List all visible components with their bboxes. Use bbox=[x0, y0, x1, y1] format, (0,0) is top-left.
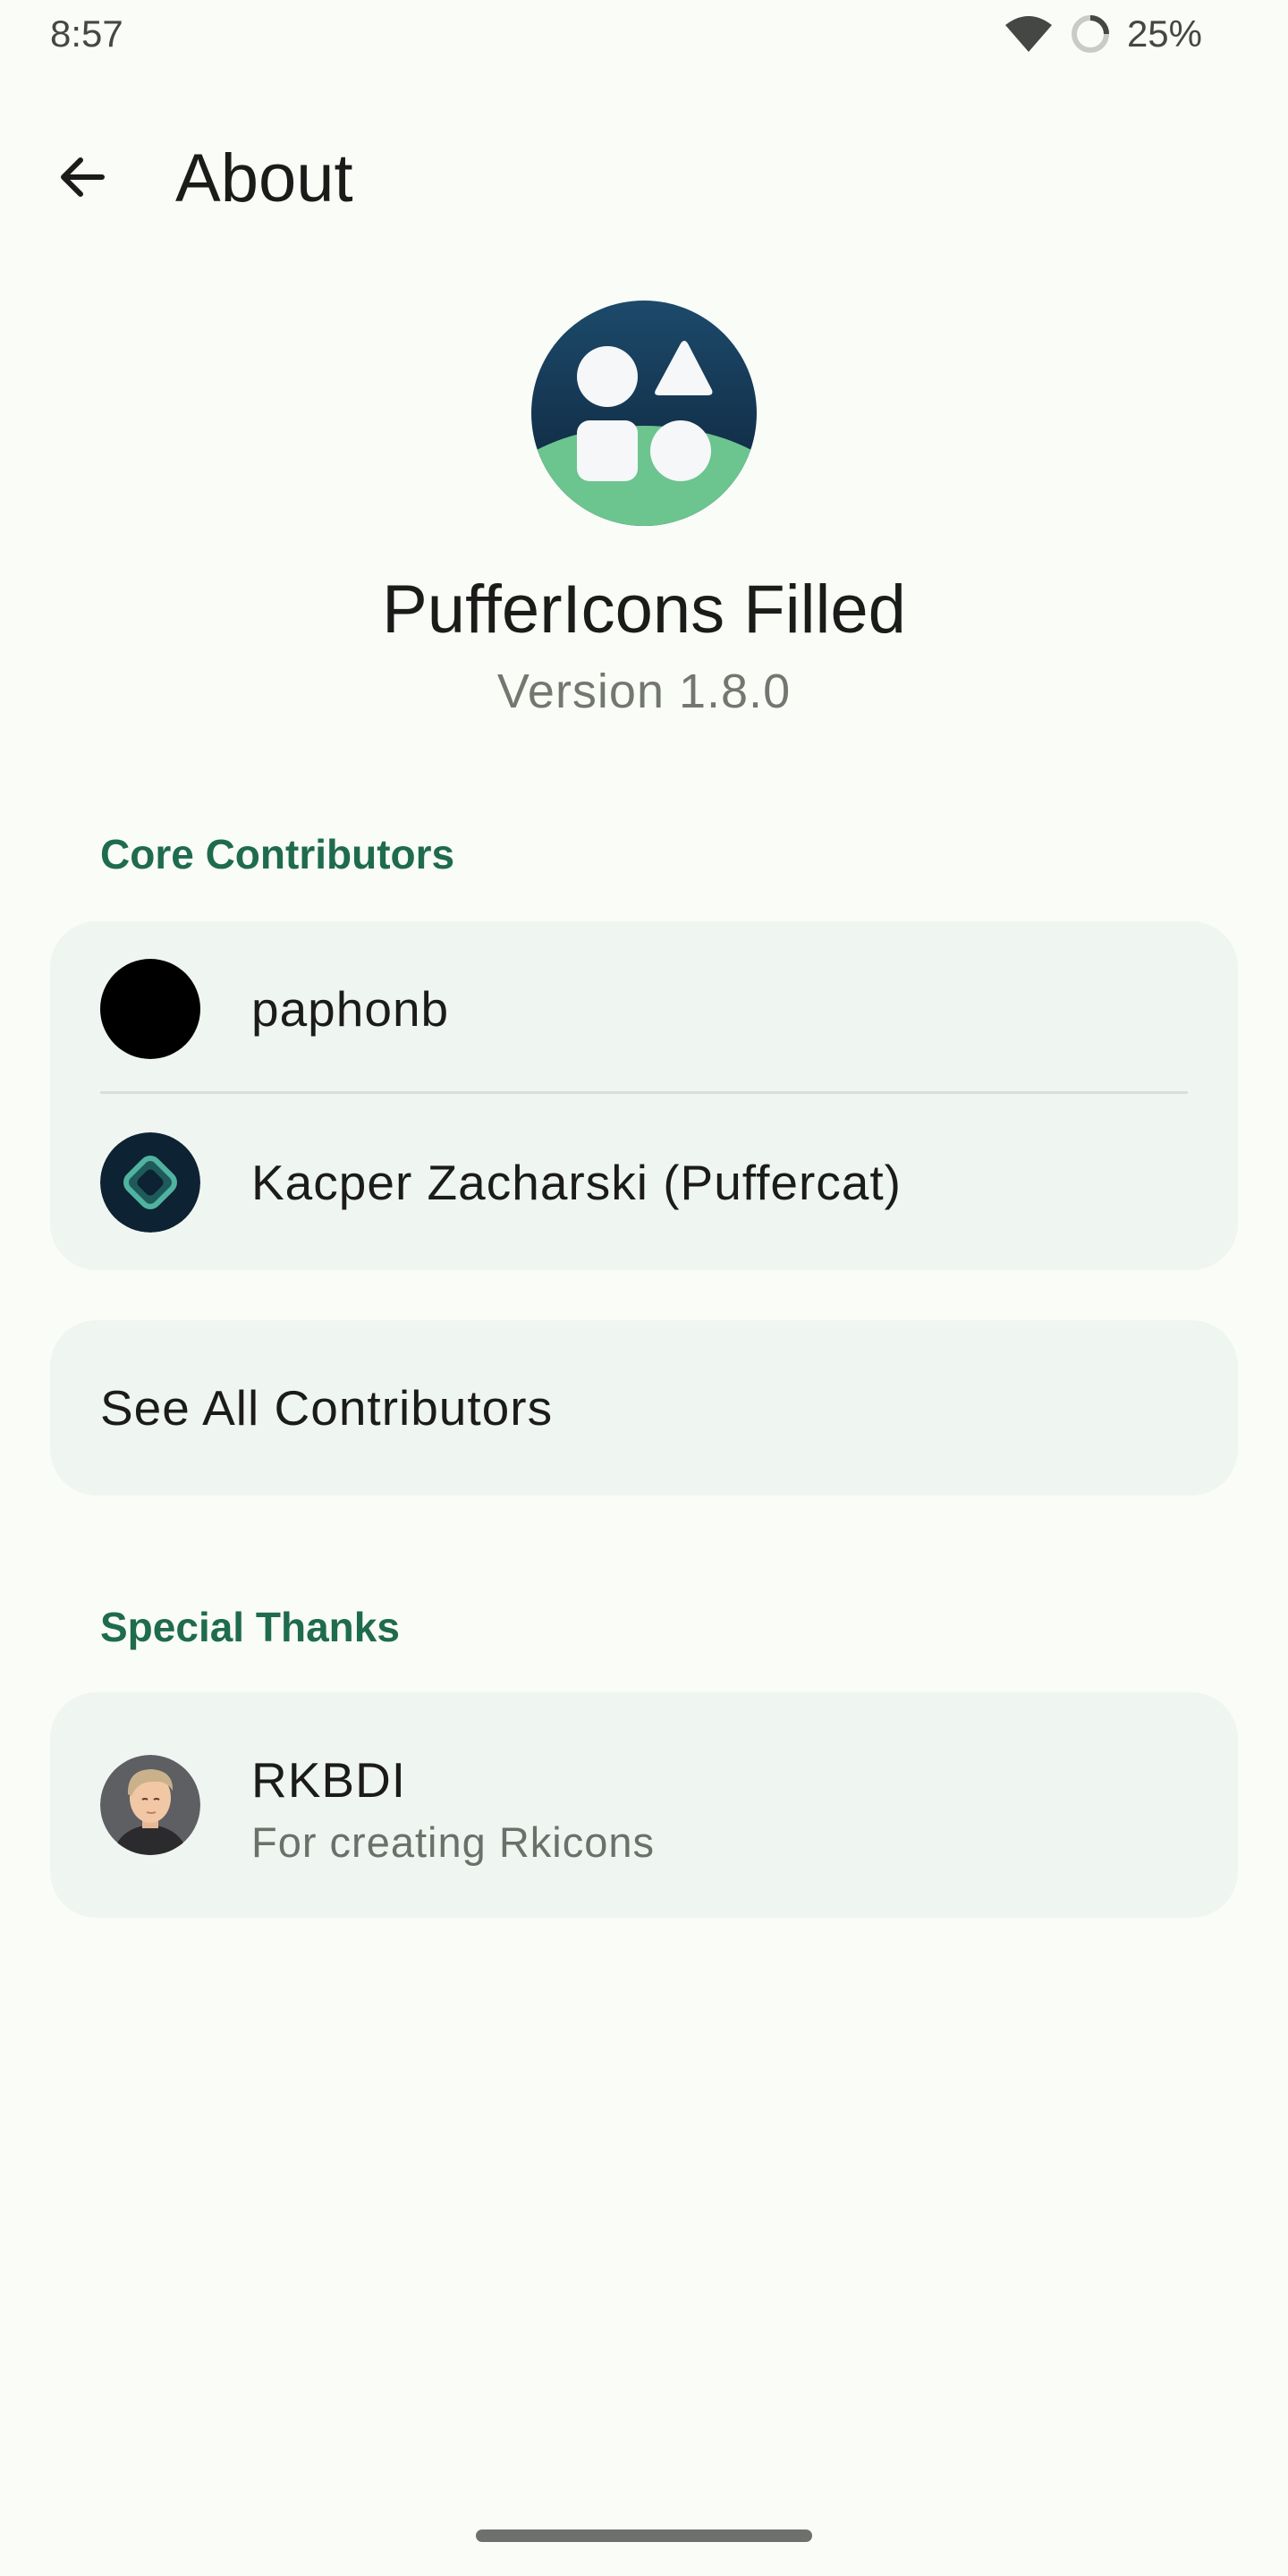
contributor-name: Kacper Zacharski (Puffercat) bbox=[251, 1155, 902, 1210]
home-indicator[interactable] bbox=[476, 2529, 812, 2542]
page-title: About bbox=[175, 140, 353, 216]
diamond-logo-avatar bbox=[100, 1132, 200, 1233]
thanks-name: RKBDI bbox=[251, 1752, 407, 1808]
app-version: Version 1.8.0 bbox=[496, 665, 792, 718]
divider bbox=[100, 1091, 1188, 1094]
special-thanks-header: Special Thanks bbox=[100, 1604, 400, 1650]
black-circle-avatar bbox=[100, 959, 200, 1059]
app-logo-icon bbox=[531, 301, 757, 526]
battery-percentage: 25% bbox=[1126, 13, 1202, 55]
thanks-row[interactable]: RKBDI For creating Rkicons bbox=[50, 1692, 1238, 1918]
thanks-note: For creating Rkicons bbox=[251, 1818, 655, 1866]
core-contributors-header: Core Contributors bbox=[100, 831, 455, 877]
app-name: PufferIcons Filled bbox=[382, 572, 906, 648]
arrow-back-icon bbox=[55, 150, 109, 208]
illustrated-person-avatar bbox=[100, 1755, 200, 1855]
see-all-contributors-label: See All Contributors bbox=[100, 1380, 554, 1436]
top-app-bar: About bbox=[0, 116, 1288, 242]
status-indicators: 25% bbox=[1004, 13, 1202, 55]
contributor-name: paphonb bbox=[251, 981, 450, 1037]
wifi-icon bbox=[1004, 14, 1054, 54]
contributor-row[interactable]: Kacper Zacharski (Puffercat) bbox=[50, 1095, 1238, 1268]
special-thanks-card: RKBDI For creating Rkicons bbox=[50, 1692, 1238, 1918]
status-bar: 8:57 25% bbox=[0, 0, 1288, 73]
core-contributors-card: paphonb Kacper Zacharski (Puffercat) bbox=[50, 921, 1238, 1270]
see-all-contributors-button[interactable]: See All Contributors bbox=[50, 1320, 1238, 1496]
back-button[interactable] bbox=[39, 136, 125, 222]
status-time: 8:57 bbox=[50, 13, 123, 55]
battery-ring-icon bbox=[1070, 13, 1111, 55]
contributor-row[interactable]: paphonb bbox=[50, 921, 1238, 1095]
